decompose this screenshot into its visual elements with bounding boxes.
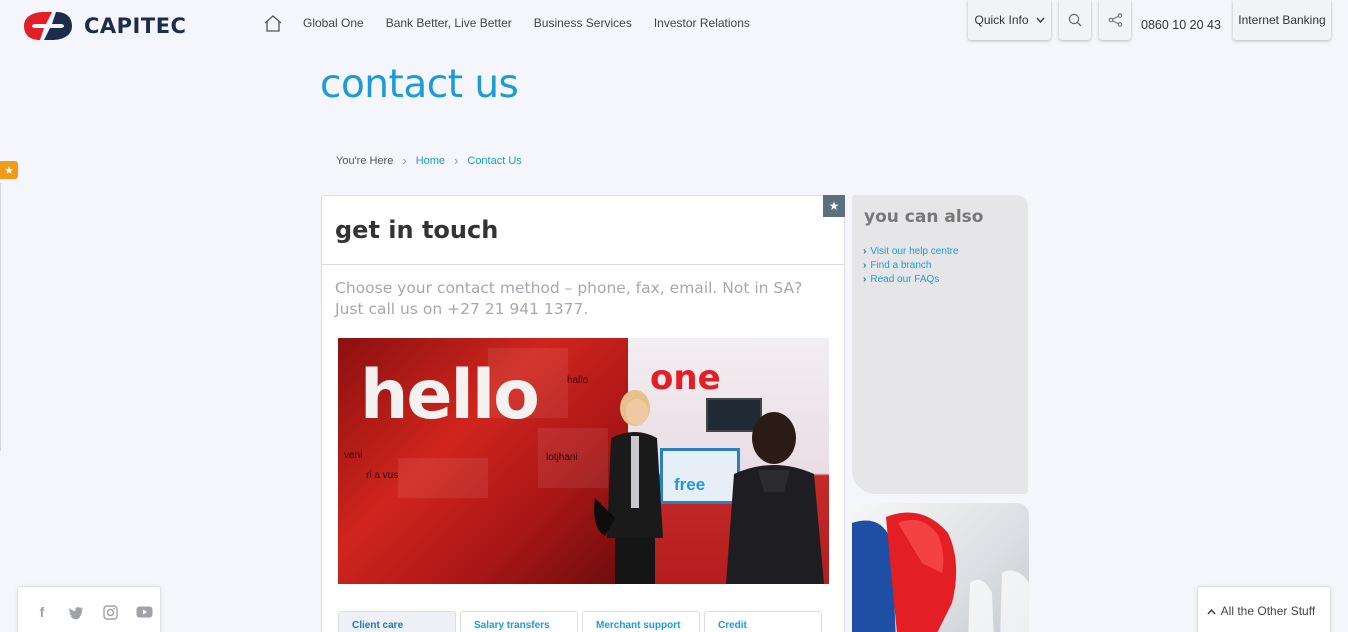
link-label: Visit our help centre <box>870 246 959 257</box>
hero-wall-panel <box>398 458 488 498</box>
link-find-branch[interactable]: › Find a branch <box>863 259 959 273</box>
hero-word: ri a vus <box>366 470 399 481</box>
other-stuff-label: All the Other Stuff <box>1220 604 1316 618</box>
capitec-logo-icon <box>22 11 74 41</box>
hero-image: hello hallo veni ri a vus lotjhani one f… <box>338 338 829 584</box>
twitter-icon[interactable] <box>67 603 85 621</box>
hero-free-text: free <box>674 475 706 494</box>
social-links: f <box>17 586 161 632</box>
tab-merchant-support[interactable]: Merchant support <box>582 611 700 632</box>
brand-name: CAPITEC <box>84 14 187 38</box>
side-title: you can also <box>864 207 984 227</box>
search-icon <box>1068 13 1082 27</box>
panel-title: get in touch <box>335 216 499 244</box>
quick-info-button[interactable]: Quick Info <box>968 0 1051 40</box>
link-label: Find a branch <box>870 260 932 271</box>
share-button[interactable] <box>1099 0 1131 40</box>
youtube-icon[interactable] <box>135 603 153 621</box>
link-faqs[interactable]: › Read our FAQs <box>863 273 959 287</box>
search-button[interactable] <box>1059 0 1091 40</box>
left-panel-edge <box>0 183 1 451</box>
nav-business-services[interactable]: Business Services <box>534 16 632 30</box>
promo-image[interactable] <box>852 503 1029 632</box>
hero-hello-text: hello <box>360 356 540 435</box>
chevron-up-icon <box>1207 608 1216 615</box>
breadcrumb-label: You're Here <box>336 154 394 167</box>
chevron-right-icon: › <box>863 260 867 271</box>
page-title: contact us <box>320 62 519 107</box>
hero-word: lotjhani <box>546 452 578 463</box>
instagram-icon[interactable] <box>101 603 119 621</box>
nav-bank-better[interactable]: Bank Better, Live Better <box>386 16 512 30</box>
get-in-touch-panel: ★ get in touch Choose your contact metho… <box>321 195 845 632</box>
internet-banking-label: Internet Banking <box>1238 13 1326 27</box>
chevron-right-icon: › <box>863 274 867 285</box>
breadcrumb-contact-us[interactable]: Contact Us <box>467 155 521 167</box>
internet-banking-button[interactable]: Internet Banking <box>1233 0 1331 40</box>
chevron-right-icon: › <box>454 153 459 168</box>
facebook-icon[interactable]: f <box>33 603 51 621</box>
link-help-centre[interactable]: › Visit our help centre <box>863 245 959 259</box>
tab-salary-transfers[interactable]: Salary transfers <box>460 611 578 632</box>
quick-info-label: Quick Info <box>974 13 1029 27</box>
hero-word: hallo <box>567 375 589 386</box>
promo-chair-graphic <box>852 512 1029 632</box>
chevron-right-icon: › <box>402 153 407 168</box>
hero-man <box>726 412 824 584</box>
favourites-star-icon[interactable]: ★ <box>0 161 18 179</box>
nav-investor-relations[interactable]: Investor Relations <box>654 16 750 30</box>
side-links: › Visit our help centre › Find a branch › R… <box>863 245 959 287</box>
chevron-right-icon: › <box>863 246 867 257</box>
share-icon <box>1108 13 1122 27</box>
hero-word: veni <box>344 450 363 461</box>
main-nav: Global One Bank Better, Live Better Busi… <box>262 12 772 34</box>
link-label: Read our FAQs <box>870 274 940 285</box>
hero-woman <box>594 390 663 584</box>
capitec-logo[interactable]: CAPITEC <box>22 11 186 41</box>
chevron-down-icon <box>1035 17 1045 23</box>
nav-global-one[interactable]: Global One <box>303 16 364 30</box>
home-icon[interactable] <box>262 12 284 34</box>
all-the-other-stuff-button[interactable]: All the Other Stuff <box>1197 586 1331 632</box>
tab-client-care[interactable]: Client care <box>338 611 456 632</box>
contact-tabs: Client care Salary transfers Merchant su… <box>338 611 822 632</box>
phone-number[interactable]: 0860 10 20 43 <box>1141 18 1221 32</box>
bookmark-star-icon[interactable]: ★ <box>823 195 845 217</box>
breadcrumb: You're Here › Home › Contact Us <box>336 153 522 168</box>
tab-credit[interactable]: Credit <box>704 611 822 632</box>
panel-intro: Choose your contact method – phone, fax,… <box>335 279 803 318</box>
you-can-also-panel: you can also › Visit our help centre › Fin… <box>852 195 1028 494</box>
breadcrumb-home[interactable]: Home <box>416 155 445 167</box>
divider <box>322 264 844 265</box>
